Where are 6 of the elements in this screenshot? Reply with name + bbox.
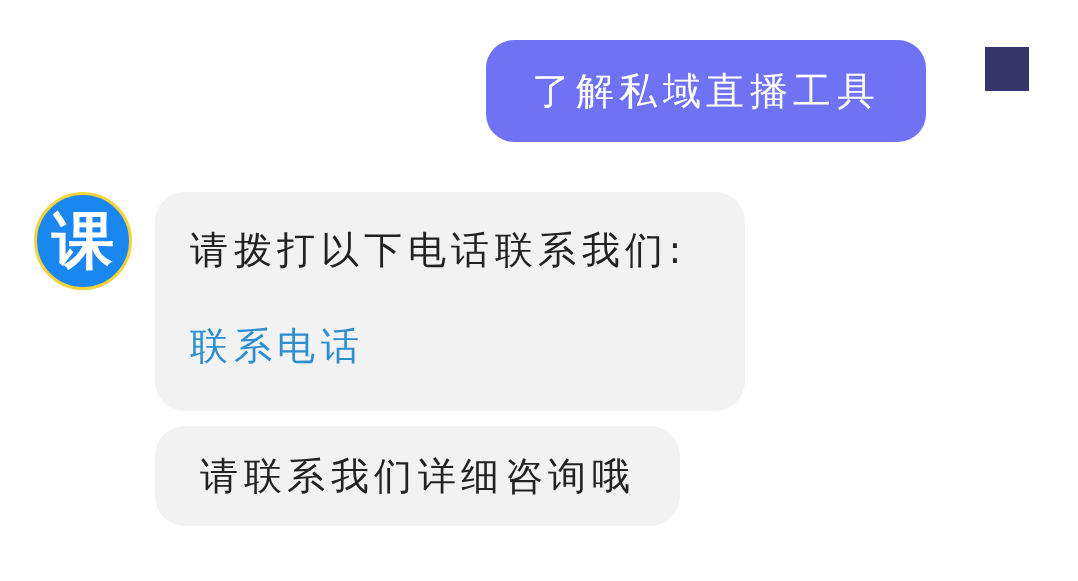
message-text: 请拨打以下电话联系我们: [190, 227, 687, 274]
phone-link[interactable]: 联系电话 [190, 321, 364, 371]
bot-avatar: 课 [34, 192, 132, 290]
message-bubble: 请联系我们详细咨询哦 [155, 426, 680, 526]
message-bubble: 了解私域直播工具 [486, 40, 926, 142]
user-avatar [985, 47, 1029, 91]
